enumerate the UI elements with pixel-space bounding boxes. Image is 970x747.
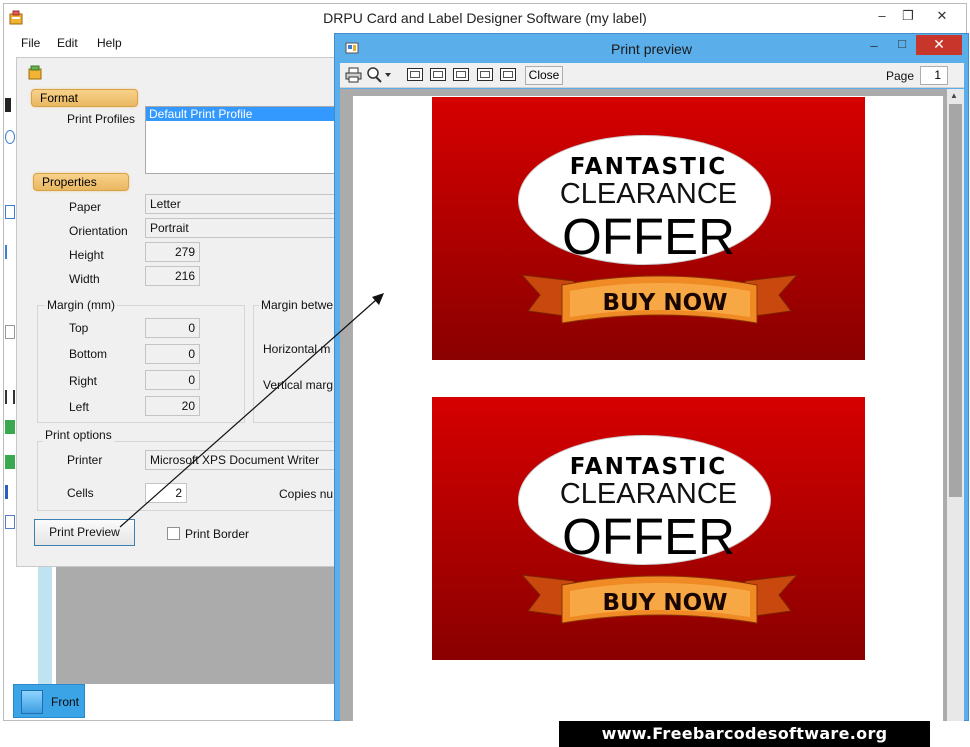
- design-canvas-area: [56, 567, 338, 684]
- ruler-strip: [38, 567, 52, 684]
- margin-group-label: Margin (mm): [45, 298, 117, 312]
- print-profiles-list[interactable]: Default Print Profile: [145, 106, 337, 174]
- scrollbar-thumb[interactable]: [949, 104, 962, 497]
- menu-file[interactable]: File: [21, 36, 40, 50]
- left-margin-field[interactable]: 20: [145, 396, 200, 416]
- print-profiles-label: Print Profiles: [67, 112, 136, 126]
- label-line1: FANTASTIC: [569, 454, 728, 480]
- page-number-input[interactable]: 1: [920, 66, 948, 85]
- preview-page: FANTASTIC CLEARANCE OFFER BUY NOW FANTAS…: [353, 96, 943, 721]
- menu-edit[interactable]: Edit: [57, 36, 78, 50]
- orientation-label: Orientation: [69, 224, 128, 238]
- cells-label: Cells: [67, 486, 94, 500]
- left-margin-label: Left: [69, 400, 90, 414]
- document-icon: [21, 690, 43, 714]
- preview-content: FANTASTIC CLEARANCE OFFER BUY NOW FANTAS…: [340, 89, 964, 721]
- two-page-icon[interactable]: [430, 68, 446, 81]
- label-card: FANTASTIC CLEARANCE OFFER BUY NOW: [432, 397, 865, 660]
- label-banner-text: BUY NOW: [602, 290, 728, 316]
- print-settings-panel: Format Print Profiles Default Print Prof…: [16, 57, 339, 567]
- scroll-up-icon[interactable]: ▲: [950, 91, 958, 100]
- height-label: Height: [69, 248, 104, 262]
- preview-title-bar: Print preview – □ ✕: [335, 34, 968, 62]
- front-side-tab[interactable]: Front: [13, 684, 85, 718]
- preview-minimize-button[interactable]: –: [863, 36, 885, 56]
- minimize-button[interactable]: –: [871, 6, 893, 26]
- four-page-icon[interactable]: [477, 68, 493, 81]
- window-title: DRPU Card and Label Designer Software (m…: [323, 10, 647, 26]
- profile-icon: [28, 65, 42, 80]
- shape-tool-icon[interactable]: [5, 325, 15, 339]
- print-border-checkbox[interactable]: [167, 527, 180, 540]
- label-line3: OFFER: [562, 208, 735, 265]
- preview-toolbar: Close Page 1: [340, 63, 964, 88]
- three-page-icon[interactable]: [453, 68, 469, 81]
- preview-close-button[interactable]: ✕: [916, 35, 962, 55]
- zoom-icon[interactable]: [366, 67, 392, 83]
- text-tool-icon[interactable]: [5, 485, 15, 499]
- barcode-tool-icon[interactable]: [5, 390, 15, 404]
- width-label: Width: [69, 272, 100, 286]
- margin-between-group: [253, 305, 339, 423]
- copies-number-label: Copies nu: [279, 487, 334, 501]
- print-options-label: Print options: [43, 428, 114, 442]
- front-tab-label: Front: [51, 695, 80, 709]
- label-card: FANTASTIC CLEARANCE OFFER BUY NOW: [432, 97, 865, 360]
- margin-between-label: Margin betwe: [259, 298, 336, 312]
- properties-section-tab[interactable]: Properties: [33, 173, 129, 191]
- print-preview-window: Print preview – □ ✕ Close Page 1 FANTAST…: [334, 33, 969, 721]
- horizontal-margin-label: Horizontal m: [263, 342, 331, 356]
- page-label: Page: [886, 69, 915, 83]
- paper-label: Paper: [69, 200, 102, 214]
- bottom-margin-field[interactable]: 0: [145, 344, 200, 364]
- printer-select[interactable]: Microsoft XPS Document Writer: [145, 450, 339, 470]
- printer-label: Printer: [67, 453, 103, 467]
- height-field[interactable]: 279: [145, 242, 200, 262]
- right-margin-field[interactable]: 0: [145, 370, 200, 390]
- footer-website-url: www.Freebarcodesoftware.org: [559, 721, 930, 747]
- cells-field[interactable]: 2: [145, 483, 187, 503]
- rectangle-tool-icon[interactable]: [5, 205, 15, 219]
- one-page-icon[interactable]: [407, 68, 423, 81]
- table-tool-icon[interactable]: [5, 515, 15, 529]
- width-field[interactable]: 216: [145, 266, 200, 286]
- main-title-bar: DRPU Card and Label Designer Software (m…: [4, 4, 966, 32]
- format-section-tab[interactable]: Format: [31, 89, 138, 107]
- ellipse-tool-icon[interactable]: [5, 130, 15, 144]
- menu-help[interactable]: Help: [97, 36, 122, 50]
- bottom-margin-label: Bottom: [69, 347, 108, 361]
- line-tool-icon[interactable]: [5, 245, 15, 259]
- label-line1: FANTASTIC: [569, 154, 728, 180]
- six-page-icon[interactable]: [500, 68, 516, 81]
- pointer-tool-icon[interactable]: [5, 98, 11, 112]
- top-margin-label: Top: [69, 321, 89, 335]
- left-toolbar: [3, 55, 15, 545]
- close-button[interactable]: ✕: [922, 6, 962, 26]
- picture-tool-icon[interactable]: [5, 455, 15, 469]
- orientation-select[interactable]: Portrait: [145, 218, 339, 238]
- preview-toolbar-close-button[interactable]: Close: [525, 66, 563, 85]
- right-margin-label: Right: [69, 374, 98, 388]
- label-line3: OFFER: [562, 508, 735, 565]
- image-tool-icon[interactable]: [5, 420, 15, 434]
- printer-icon[interactable]: [345, 67, 362, 83]
- preview-scrollbar[interactable]: ▲: [947, 89, 964, 721]
- print-profile-item[interactable]: Default Print Profile: [146, 107, 336, 121]
- paper-select[interactable]: Letter: [145, 194, 339, 214]
- preview-restore-button[interactable]: □: [891, 34, 913, 54]
- restore-button[interactable]: ❐: [897, 6, 919, 26]
- vertical-margin-label: Vertical marg: [263, 378, 334, 392]
- top-margin-field[interactable]: 0: [145, 318, 200, 338]
- print-preview-button[interactable]: Print Preview: [34, 519, 135, 546]
- print-border-label: Print Border: [185, 527, 250, 541]
- label-banner-text: BUY NOW: [602, 590, 728, 616]
